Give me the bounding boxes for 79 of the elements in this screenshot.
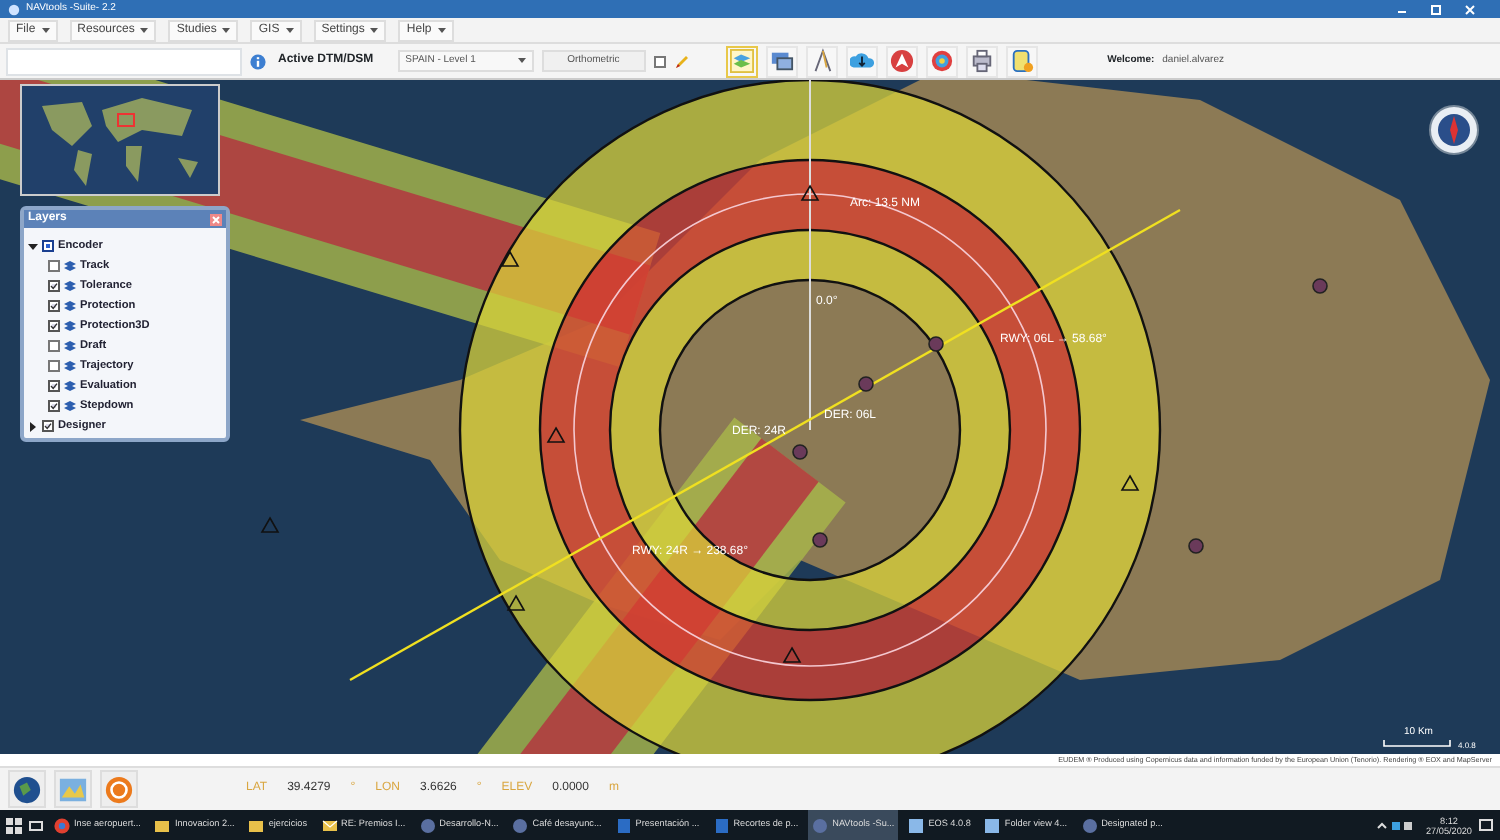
- waypoint-marker: [812, 532, 828, 548]
- database-icon: [1009, 48, 1034, 74]
- triangle-marker: [1120, 474, 1140, 491]
- compass-tool-button[interactable]: [805, 45, 838, 77]
- triangle-marker: [260, 516, 280, 533]
- expanded-arrow-icon[interactable]: [28, 241, 38, 251]
- search-field[interactable]: [6, 47, 242, 75]
- cloud-download-button[interactable]: [845, 45, 878, 77]
- waypoint-marker: [928, 336, 944, 352]
- layer-icon: [64, 300, 76, 312]
- scale-bar: [1383, 739, 1451, 747]
- caret-icon: [517, 58, 526, 64]
- app-logo-icon: [8, 3, 20, 15]
- checkbox[interactable]: [48, 360, 60, 372]
- app-icon: [812, 817, 829, 833]
- browser-icon: [54, 817, 70, 833]
- printer-button[interactable]: [965, 45, 998, 77]
- triangle-marker: [506, 594, 526, 611]
- monitor-button[interactable]: [765, 45, 798, 77]
- restore-icon[interactable]: [1430, 3, 1442, 15]
- document-icon: [713, 817, 730, 833]
- document-icon: [615, 817, 632, 833]
- navigation-arrow-icon: [889, 48, 914, 74]
- pencil-icon[interactable]: [673, 53, 690, 69]
- windows-start-icon[interactable]: [6, 817, 22, 833]
- layers-icon: [729, 48, 754, 74]
- mail-icon: [321, 817, 337, 833]
- waypoint-marker: [792, 444, 808, 460]
- app-icon: [512, 817, 529, 833]
- window-icon: [984, 817, 1001, 833]
- map-icon: [58, 773, 88, 805]
- triangle-marker: [546, 426, 566, 443]
- caret-icon: [437, 27, 446, 33]
- checkbox[interactable]: [42, 420, 54, 432]
- folder-icon: [154, 817, 171, 833]
- triangle-marker: [500, 250, 520, 267]
- monitor-icon: [769, 48, 794, 74]
- layer-icon: [64, 320, 76, 332]
- layer-icon: [64, 260, 76, 272]
- notification-icon[interactable]: [1478, 817, 1494, 833]
- triangle-marker: [782, 646, 802, 663]
- triangle-marker: [800, 184, 820, 201]
- printer-icon: [969, 48, 994, 74]
- collapsed-arrow-icon[interactable]: [28, 421, 38, 431]
- close-icon[interactable]: [1464, 3, 1476, 15]
- checkbox[interactable]: [48, 320, 60, 332]
- app-icon: [419, 817, 436, 833]
- info-icon[interactable]: [250, 53, 266, 69]
- compass-tool-icon: [809, 48, 834, 74]
- layer-icon: [64, 360, 76, 372]
- layer-icon: [64, 340, 76, 352]
- close-icon[interactable]: [210, 213, 222, 225]
- checkbox[interactable]: [42, 240, 54, 252]
- layer-icon: [64, 380, 76, 392]
- checkbox[interactable]: [48, 340, 60, 352]
- waypoint-marker: [1188, 538, 1204, 554]
- caret-icon: [140, 27, 149, 33]
- checkbox[interactable]: [48, 300, 60, 312]
- compass-icon[interactable]: [1428, 104, 1480, 156]
- waypoint-marker: [858, 376, 874, 392]
- layer-icon: [64, 400, 76, 412]
- checkbox[interactable]: [48, 260, 60, 272]
- app-icon: [1081, 817, 1098, 833]
- window-icon: [908, 817, 925, 833]
- navigation-arrow-button[interactable]: [885, 45, 918, 77]
- checkbox[interactable]: [48, 400, 60, 412]
- caret-icon: [285, 27, 294, 33]
- folder-icon: [248, 817, 265, 833]
- checkbox[interactable]: [653, 55, 666, 67]
- database-button[interactable]: [1005, 45, 1038, 77]
- waypoint-marker: [1312, 278, 1328, 294]
- checkbox[interactable]: [48, 280, 60, 292]
- layer-icon: [64, 280, 76, 292]
- task-view-icon[interactable]: [28, 817, 44, 833]
- caret-icon: [222, 27, 231, 33]
- caret-icon: [370, 27, 379, 33]
- caret-icon: [41, 27, 50, 33]
- world-minimap[interactable]: [20, 84, 220, 196]
- checkbox[interactable]: [48, 380, 60, 392]
